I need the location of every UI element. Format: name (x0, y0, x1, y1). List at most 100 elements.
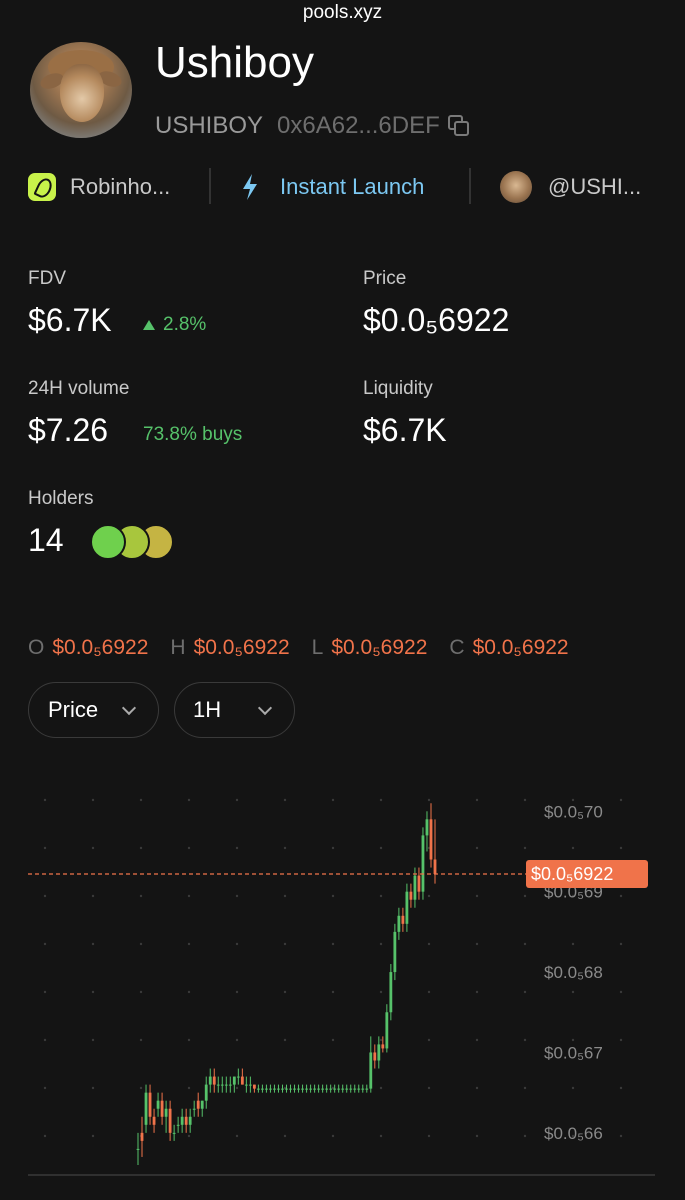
grid-dot (187, 1134, 191, 1138)
social-link[interactable]: @USHI... (500, 166, 641, 208)
grid-dot (475, 798, 479, 802)
candle-body (321, 1088, 325, 1090)
candle-body (325, 1088, 329, 1090)
grid-dot (235, 1038, 239, 1042)
instant-launch-link[interactable]: Instant Launch (240, 166, 424, 208)
candle-body (180, 1116, 184, 1125)
fdv-change: 2.8% (143, 314, 206, 336)
grid-dot (43, 1086, 47, 1090)
y-tick-label: $0.0₅68 (544, 963, 603, 982)
grid-dot (379, 894, 383, 898)
candle-body (289, 1088, 292, 1090)
grid-dot (523, 798, 527, 802)
grid-dot (523, 894, 527, 898)
high-key: H (170, 636, 186, 659)
candle-body (224, 1084, 228, 1086)
grid-dot (619, 798, 623, 802)
divider (209, 168, 211, 204)
platform-link[interactable]: Robinho... (28, 166, 170, 208)
grid-dot (475, 990, 479, 994)
grid-dot (235, 798, 239, 802)
open-value: $0.0₅6922 (52, 636, 149, 659)
candle-body (184, 1116, 188, 1125)
low-key: L (311, 636, 324, 659)
candle-body (281, 1088, 284, 1090)
copy-icon[interactable] (447, 115, 470, 137)
candle-body (196, 1100, 200, 1109)
candle-body (377, 1044, 381, 1061)
up-arrow-icon (143, 320, 155, 330)
grid-dot (379, 1134, 383, 1138)
token-meta-row: USHIBOY 0x6A62...6DEF (155, 112, 470, 140)
grid-dot (379, 798, 383, 802)
candle-body (301, 1088, 304, 1090)
links-row: Robinho... Instant Launch @USHI... (0, 166, 685, 208)
grid-dot (475, 846, 479, 850)
volume-value: $7.26 (28, 412, 109, 448)
candle-body (405, 891, 409, 924)
grid-dot (91, 990, 95, 994)
candle-body (381, 1044, 385, 1049)
grid-dot (331, 894, 335, 898)
candle-body (220, 1084, 224, 1086)
candle-body (236, 1076, 240, 1078)
chevron-down-icon (121, 700, 137, 716)
candle-body (164, 1108, 168, 1117)
candle-body (345, 1088, 349, 1090)
candle-body (232, 1076, 236, 1085)
candle-body (144, 1092, 148, 1125)
grid-dot (283, 1038, 287, 1042)
candle-body (385, 1012, 389, 1049)
grid-dot (427, 1134, 431, 1138)
grid-dot (571, 846, 575, 850)
candle-body (257, 1088, 260, 1090)
chart-grid (43, 798, 623, 1138)
grid-dot (139, 1086, 143, 1090)
candle-body (244, 1084, 248, 1086)
candle-body (168, 1108, 172, 1133)
grid-dot (283, 942, 287, 946)
grid-dot (43, 942, 47, 946)
grid-dot (475, 942, 479, 946)
holders-label: Holders (28, 488, 94, 509)
grid-dot (187, 798, 191, 802)
metric-dropdown[interactable]: Price (28, 682, 159, 738)
grid-dot (523, 1086, 527, 1090)
social-avatar (500, 171, 532, 203)
candle-body (341, 1088, 345, 1090)
candle-body (297, 1088, 300, 1090)
grid-dot (619, 942, 623, 946)
candle-body (204, 1084, 208, 1101)
candle-body (240, 1076, 244, 1085)
y-tick-label: $0.0₅70 (544, 802, 603, 821)
candle-body (293, 1088, 296, 1090)
grid-dot (379, 942, 383, 946)
ohlc-readout: O $0.0₅6922 H $0.0₅6922 L $0.0₅6922 C $0.0₅6… (28, 636, 569, 660)
candle-body (228, 1084, 232, 1086)
holders-avatars[interactable] (90, 524, 180, 560)
candle-body (172, 1132, 176, 1134)
grid-dot (91, 942, 95, 946)
close-value: $0.0₅6922 (472, 636, 569, 659)
candle-body (261, 1088, 264, 1090)
token-address[interactable]: 0x6A62...6DEF (277, 112, 440, 140)
price-chart[interactable]: $0.0₅66$0.0₅67$0.0₅68$0.0₅69$0.0₅70 $0.0… (0, 750, 685, 1200)
grid-dot (43, 1134, 47, 1138)
liquidity-value: $6.7K (363, 412, 447, 448)
chart-candles (136, 803, 437, 1165)
browser-url[interactable]: pools.xyz (0, 2, 685, 24)
grid-dot (187, 894, 191, 898)
holder-avatar (90, 524, 126, 560)
candle-body (136, 1148, 140, 1150)
current-price-tag-label: $0.0₅6922 (531, 864, 613, 884)
grid-dot (283, 798, 287, 802)
grid-dot (379, 990, 383, 994)
grid-dot (331, 1038, 335, 1042)
interval-dropdown[interactable]: 1H (174, 682, 295, 738)
candle-body (389, 972, 393, 1013)
candle-body (393, 931, 397, 973)
candle-body (317, 1088, 321, 1090)
grid-dot (571, 1038, 575, 1042)
candle-body (429, 819, 433, 860)
grid-dot (619, 990, 623, 994)
